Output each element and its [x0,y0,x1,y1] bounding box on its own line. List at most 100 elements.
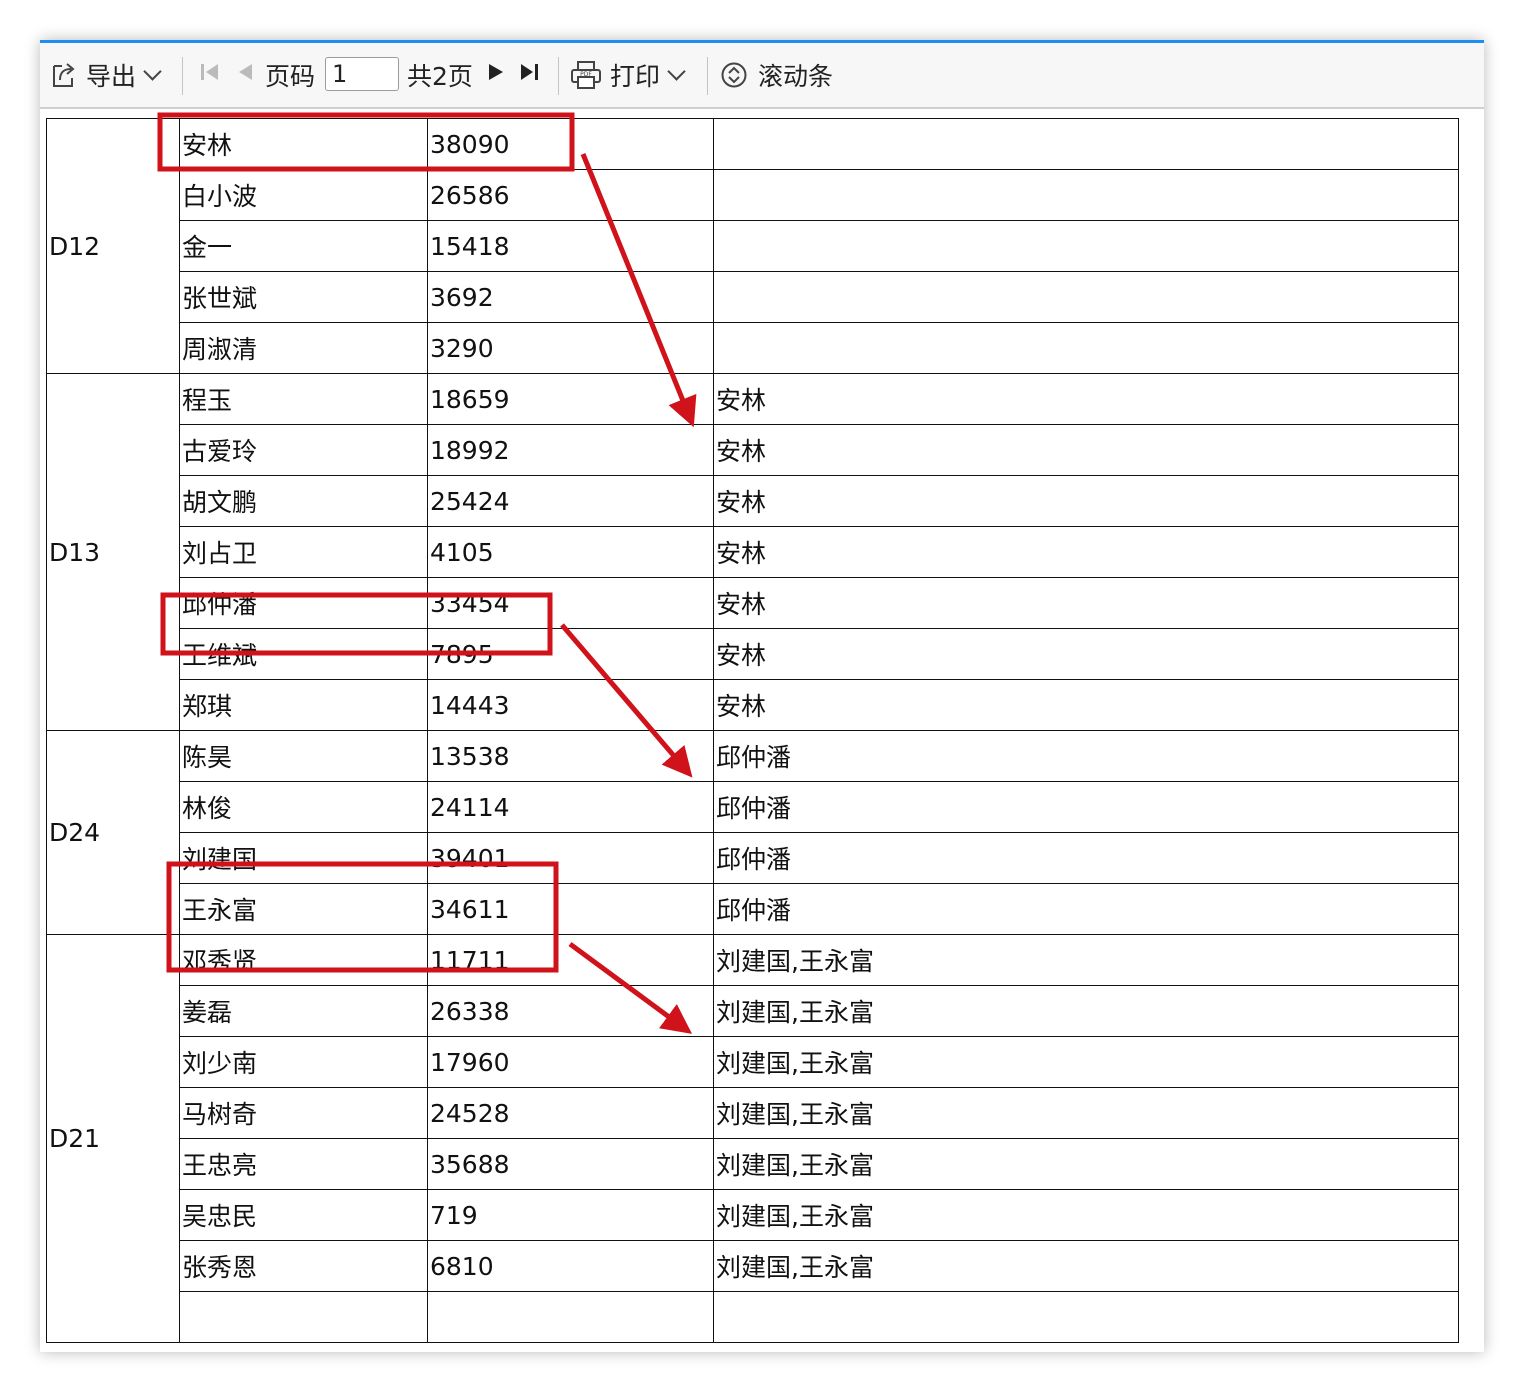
name-cell: 马树奇 [179,1087,428,1139]
value-cell: 39401 [427,832,714,884]
value-cell: 14443 [427,679,714,731]
table-row: 林俊 24114 邱仲潘 [47,781,1459,833]
reference-cell: 刘建国,王永富 [713,1138,1459,1190]
reference-cell [713,220,1459,272]
name-cell: 邓秀贤 [179,934,428,986]
reference-cell [713,1291,1459,1343]
scroll-label: 滚动条 [758,62,834,91]
value-cell: 4105 [427,526,714,578]
report-table-container: D12 安林 38090 白小波 26586 金一 15418 张世斌 3692 周淑清 3290 D… [46,118,1459,1343]
value-cell: 25424 [427,475,714,527]
name-cell: 胡文鹏 [179,475,428,527]
table-row: 郑琪 14443 安林 [47,679,1459,731]
reference-cell: 刘建国,王永富 [713,934,1459,986]
table-row: 马树奇 24528 刘建国,王永富 [47,1087,1459,1139]
last-page-button[interactable] [518,43,542,107]
reference-cell: 刘建国,王永富 [713,1240,1459,1292]
value-cell: 6810 [427,1240,714,1292]
reference-cell [713,322,1459,374]
value-cell [427,1291,714,1343]
reference-cell: 安林 [713,628,1459,680]
reference-cell: 安林 [713,526,1459,578]
next-page-icon [485,60,507,90]
value-cell: 24114 [427,781,714,833]
print-button[interactable]: PDF 打印 [570,43,686,107]
reference-cell: 安林 [713,475,1459,527]
reference-cell: 刘建国,王永富 [713,1189,1459,1241]
name-cell: 郑琪 [179,679,428,731]
name-cell: 吴忠民 [179,1189,428,1241]
value-cell: 11711 [427,934,714,986]
scroll-toggle-button[interactable]: 滚动条 [720,43,833,107]
reference-cell: 邱仲潘 [713,832,1459,884]
table-row: 刘少南 17960 刘建国,王永富 [47,1036,1459,1088]
value-cell: 13538 [427,730,714,782]
table-row: 姜磊 26338 刘建国,王永富 [47,985,1459,1037]
total-pages-label: 共2页 [407,62,473,91]
svg-text:PDF: PDF [580,71,592,78]
table-row: 张秀恩 6810 刘建国,王永富 [47,1240,1459,1292]
value-cell: 719 [427,1189,714,1241]
print-icon: PDF [570,60,602,90]
last-page-icon [518,60,542,90]
reference-cell: 刘建国,王永富 [713,1036,1459,1088]
value-cell: 15418 [427,220,714,272]
value-cell: 38090 [427,118,714,170]
reference-cell: 刘建国,王永富 [713,985,1459,1037]
table-row: 王维斌 7895 安林 [47,628,1459,680]
value-cell: 18992 [427,424,714,476]
value-cell: 33454 [427,577,714,629]
name-cell: 刘建国 [179,832,428,884]
name-cell: 林俊 [179,781,428,833]
group-code-cell: D24 [46,730,180,935]
table-row: 王永富 34611 邱仲潘 [47,883,1459,935]
table-row: 刘建国 39401 邱仲潘 [47,832,1459,884]
group-code-cell: D21 [46,934,180,1343]
prev-page-icon [234,60,256,90]
toolbar: 导出 页码 1 共2页 PDF 打印 滚动条 [40,43,1484,109]
chevron-down-icon [667,61,686,81]
table-row: 张世斌 3692 [47,271,1459,323]
name-cell: 张世斌 [179,271,428,323]
value-cell: 26338 [427,985,714,1037]
value-cell: 7895 [427,628,714,680]
group-code-cell: D12 [46,118,180,374]
value-cell: 18659 [427,373,714,425]
reference-cell: 邱仲潘 [713,883,1459,935]
name-cell: 白小波 [179,169,428,221]
name-cell [179,1291,428,1343]
table-row: 金一 15418 [47,220,1459,272]
reference-cell [713,271,1459,323]
value-cell: 24528 [427,1087,714,1139]
prev-page-button[interactable] [234,43,256,107]
print-label: 打印 [610,62,661,91]
next-page-button[interactable] [485,43,507,107]
table-row: 吴忠民 719 刘建国,王永富 [47,1189,1459,1241]
name-cell: 陈昊 [179,730,428,782]
name-cell: 张秀恩 [179,1240,428,1292]
page-number-input[interactable]: 1 [325,57,399,91]
chevron-down-icon [143,61,162,81]
table-row: 刘占卫 4105 安林 [47,526,1459,578]
reference-cell: 安林 [713,424,1459,476]
export-label: 导出 [86,62,137,91]
table-row: 王忠亮 35688 刘建国,王永富 [47,1138,1459,1190]
report-window: 导出 页码 1 共2页 PDF 打印 滚动条 D12 安林 38090 白小波 … [40,40,1484,1352]
table-row: 周淑清 3290 [47,322,1459,374]
table-row [47,1291,1459,1343]
table-row: D13 程玉 18659 安林 [46,373,1459,731]
reference-cell [713,118,1459,170]
reference-cell: 邱仲潘 [713,730,1459,782]
first-page-icon [198,60,222,90]
table-row: 古爱玲 18992 安林 [47,424,1459,476]
name-cell: 刘少南 [179,1036,428,1088]
name-cell: 姜磊 [179,985,428,1037]
value-cell: 3290 [427,322,714,374]
name-cell: 王永富 [179,883,428,935]
reference-cell: 刘建国,王永富 [713,1087,1459,1139]
table-row: D21 邓秀贤 11711 刘建国,王永富 [46,934,1459,1343]
first-page-button[interactable] [198,43,222,107]
export-button[interactable]: 导出 [48,43,162,107]
table-row: D12 安林 38090 [46,118,1459,374]
scroll-icon [720,61,748,89]
